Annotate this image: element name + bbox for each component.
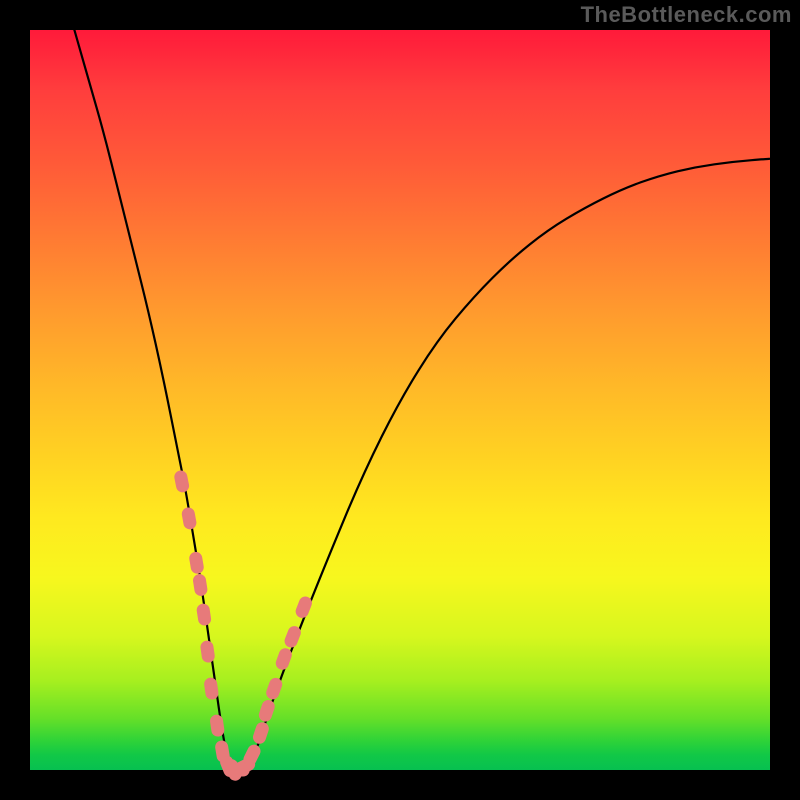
markers-group	[173, 469, 314, 782]
curve-marker	[200, 640, 216, 664]
bottleneck-curve	[74, 30, 770, 770]
curve-marker	[192, 573, 208, 597]
curve-marker	[251, 721, 270, 746]
curve-marker	[257, 698, 276, 723]
chart-frame: TheBottleneck.com	[0, 0, 800, 800]
curve-marker	[188, 551, 204, 575]
curve-marker	[209, 714, 225, 738]
curve-marker	[181, 506, 198, 530]
curve-marker	[173, 469, 190, 493]
watermark-text: TheBottleneck.com	[581, 2, 792, 28]
plot-svg	[30, 30, 770, 770]
plot-area	[30, 30, 770, 770]
curve-marker	[203, 677, 219, 701]
curve-marker	[196, 603, 212, 627]
